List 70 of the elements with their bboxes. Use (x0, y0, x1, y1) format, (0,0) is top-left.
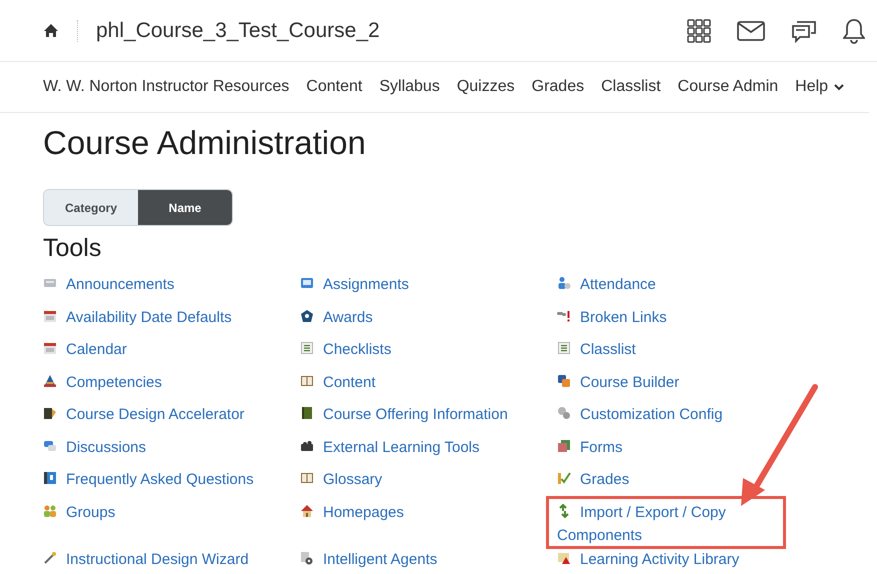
tool-link[interactable]: Homepages (300, 500, 404, 524)
view-toggle-button[interactable]: Name (138, 190, 232, 225)
course-title: phl_Course_3_Test_Course_2 (96, 18, 380, 44)
open-book-icon (300, 374, 314, 388)
badge-icon (300, 308, 314, 322)
tool-link[interactable]: Checklists (300, 338, 392, 361)
chat-icon (43, 438, 57, 452)
home-icon (300, 504, 314, 518)
grades-icon (557, 471, 571, 485)
nav-link[interactable]: Quizzes (456, 75, 515, 99)
open-book-icon (300, 471, 314, 485)
tool-link[interactable]: Glossary (300, 468, 382, 491)
book-icon (43, 406, 57, 420)
tool-link[interactable]: Assignments (300, 273, 409, 296)
help-menu[interactable]: Help (795, 75, 844, 99)
nav-link[interactable]: Syllabus (379, 75, 440, 99)
arrows-icon (557, 504, 571, 518)
pyramid-icon (43, 374, 57, 388)
puzzle-icon (300, 438, 314, 452)
calendar-icon (43, 308, 57, 322)
section-title: Tools (43, 233, 102, 264)
people-icon (43, 504, 57, 518)
tool-link[interactable]: Competencies (43, 370, 162, 394)
page-title: Course Administration (43, 123, 367, 163)
gears-icon (557, 406, 571, 420)
layers-icon (557, 374, 571, 388)
nav-link[interactable]: W. W. Norton Instructor Resources (43, 75, 290, 99)
list-icon (557, 341, 571, 355)
tool-link[interactable]: Awards (300, 306, 373, 328)
tool-link[interactable]: Content (300, 370, 376, 394)
wand-icon (43, 550, 57, 564)
mail-icon[interactable] (737, 20, 765, 40)
tool-link[interactable]: Forms (557, 436, 622, 458)
folder-icon (557, 550, 571, 564)
tool-link[interactable]: Attendance (557, 273, 656, 296)
bell-icon[interactable] (843, 18, 865, 44)
tool-link[interactable]: Course Builder (557, 370, 680, 394)
tool-link[interactable]: Course Design Accelerator (43, 403, 244, 426)
view-toggle-button[interactable]: Category (44, 190, 138, 225)
tool-link[interactable]: Calendar (43, 338, 127, 361)
tool-link[interactable]: External Learning Tools (300, 436, 480, 458)
grid-icon[interactable] (687, 18, 711, 42)
tool-link[interactable]: Groups (43, 500, 116, 524)
tool-link[interactable]: Course Offering Information (300, 403, 508, 426)
chat-icon[interactable] (791, 18, 817, 42)
tool-link[interactable]: Classlist (557, 338, 636, 361)
home-icon[interactable] (43, 23, 59, 38)
chevron-down-icon (834, 84, 844, 90)
nav-link[interactable]: Grades (532, 75, 584, 99)
tool-link[interactable]: Discussions (43, 436, 146, 458)
forms-icon (557, 438, 571, 452)
book-icon (300, 406, 314, 420)
list-icon (300, 341, 314, 355)
monitor-icon (300, 276, 314, 290)
tool-link[interactable]: Intelligent Agents (300, 548, 438, 570)
tool-link[interactable]: Frequently Asked Questions (43, 468, 254, 491)
help-book-icon (43, 471, 57, 485)
tool-link[interactable]: Broken Links (557, 306, 667, 328)
nav-link[interactable]: Course Admin (678, 75, 778, 99)
tool-link[interactable]: Learning Activity Library (557, 548, 740, 570)
calendar-icon (43, 341, 57, 355)
tray-icon (43, 276, 57, 290)
tool-link[interactable]: Instructional Design Wizard (43, 548, 249, 570)
tool-link[interactable]: Announcements (43, 273, 174, 296)
tool-link[interactable]: Customization Config (557, 403, 723, 426)
tool-link[interactable]: Import / Export / Copy Components (557, 500, 757, 546)
nav-link[interactable]: Classlist (601, 75, 661, 99)
nav-link[interactable]: Content (306, 75, 362, 99)
tool-link[interactable]: Grades (557, 468, 630, 491)
tool-link[interactable]: Availability Date Defaults (43, 306, 232, 328)
